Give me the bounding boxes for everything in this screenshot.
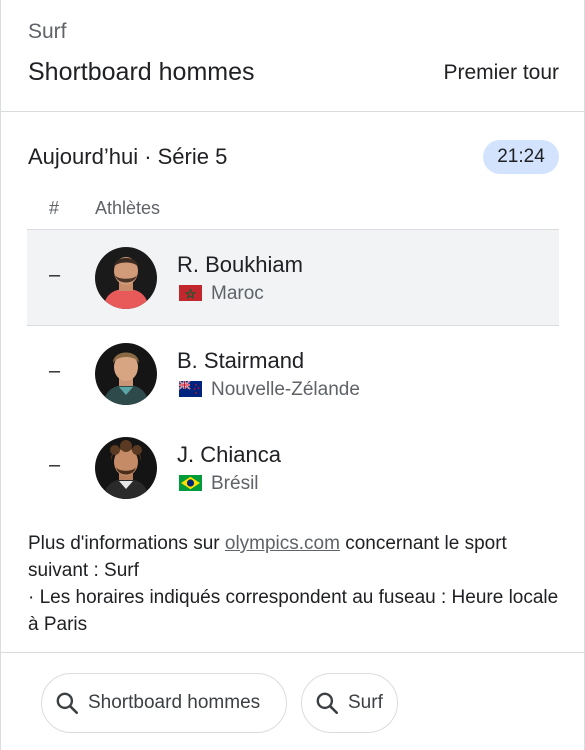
- athlete-avatar: [95, 247, 157, 309]
- athlete-country: Nouvelle-Zélande: [211, 379, 360, 400]
- athlete-country: Brésil: [211, 473, 259, 494]
- column-header-rank: #: [49, 198, 60, 218]
- time-badge: 21:24: [483, 140, 559, 174]
- search-chip-surf[interactable]: Surf: [301, 673, 398, 733]
- athlete-avatar: [95, 343, 157, 405]
- info-prefix: Plus d'informations sur: [28, 533, 225, 554]
- card-left-border: [0, 0, 1, 750]
- column-header-athletes: Athlètes: [95, 198, 161, 218]
- olympics-link[interactable]: olympics.com: [225, 533, 340, 554]
- round-label: Premier tour: [443, 61, 559, 84]
- athlete-country: Maroc: [211, 283, 264, 304]
- card-header: Surf Shortboard hommes Premier tour: [0, 0, 585, 112]
- new-zealand-flag-icon: [179, 381, 202, 397]
- header-divider: [0, 111, 585, 112]
- search-icon: [56, 692, 79, 715]
- timezone-note: · Les horaires indiqués correspondent au…: [28, 587, 559, 635]
- athlete-row[interactable]: – R. Boukhiam Maroc: [27, 230, 559, 326]
- chip-label: Surf: [348, 692, 383, 713]
- athlete-row[interactable]: – J. Chianca Brésil: [27, 420, 559, 516]
- morocco-flag-icon: [179, 285, 202, 301]
- athlete-rank: –: [49, 264, 61, 286]
- athlete-name: J. Chianca: [177, 442, 281, 467]
- athlete-avatar: [95, 437, 157, 499]
- athlete-row[interactable]: – B. Stairmand Nouvelle-Zélande: [27, 326, 559, 422]
- series-title: Aujourd’hui · Série 5: [28, 144, 228, 169]
- athlete-name: R. Boukhiam: [177, 252, 303, 277]
- sport-label: Surf: [28, 20, 67, 43]
- athlete-name: B. Stairmand: [177, 348, 305, 373]
- search-chip-shortboard[interactable]: Shortboard hommes: [41, 673, 287, 733]
- search-icon: [316, 692, 339, 715]
- event-title: Shortboard hommes: [28, 58, 255, 86]
- footer-divider: [0, 652, 585, 653]
- info-text: Plus d'informations sur olympics.com con…: [28, 530, 568, 638]
- athlete-rank: –: [49, 454, 61, 476]
- athlete-rank: –: [49, 360, 61, 382]
- brazil-flag-icon: [179, 475, 202, 491]
- chip-label: Shortboard hommes: [88, 692, 261, 713]
